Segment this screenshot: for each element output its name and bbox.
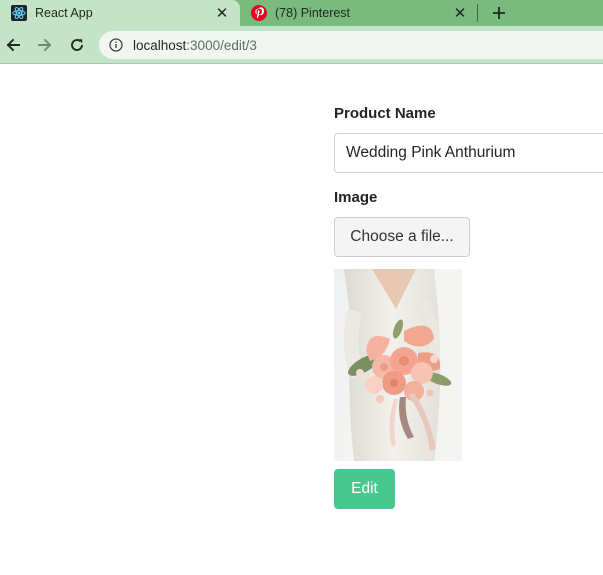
back-arrow-icon[interactable] bbox=[2, 34, 24, 56]
info-icon[interactable] bbox=[108, 37, 124, 53]
product-name-label: Product Name bbox=[334, 105, 436, 122]
address-bar[interactable]: localhost:3000/edit/3 bbox=[99, 31, 603, 59]
url-text: localhost:3000/edit/3 bbox=[133, 38, 257, 53]
url-path: :3000/edit/3 bbox=[186, 37, 257, 53]
tab-strip: React App ✕ (78) Pinterest ✕ bbox=[0, 0, 603, 26]
reload-icon[interactable] bbox=[66, 34, 88, 56]
new-tab-icon[interactable] bbox=[488, 2, 510, 24]
tab-title: React App bbox=[35, 6, 93, 20]
product-name-input[interactable] bbox=[334, 133, 603, 173]
product-image-preview bbox=[334, 269, 462, 461]
forward-arrow-icon[interactable] bbox=[34, 34, 56, 56]
tab-separator bbox=[477, 4, 478, 22]
image-label: Image bbox=[334, 189, 378, 206]
tab-pinterest[interactable]: (78) Pinterest ✕ bbox=[240, 0, 478, 26]
browser-toolbar: localhost:3000/edit/3 bbox=[0, 26, 603, 64]
close-tab-icon[interactable]: ✕ bbox=[452, 5, 468, 22]
pinterest-icon bbox=[251, 5, 267, 21]
choose-file-button[interactable]: Choose a file... bbox=[334, 217, 470, 257]
react-icon bbox=[11, 5, 27, 21]
url-host: localhost bbox=[133, 37, 187, 53]
edit-button[interactable]: Edit bbox=[334, 469, 395, 509]
close-tab-icon[interactable]: ✕ bbox=[214, 5, 230, 22]
tab-react-app[interactable]: React App ✕ bbox=[0, 0, 240, 26]
tab-title: (78) Pinterest bbox=[275, 6, 351, 20]
